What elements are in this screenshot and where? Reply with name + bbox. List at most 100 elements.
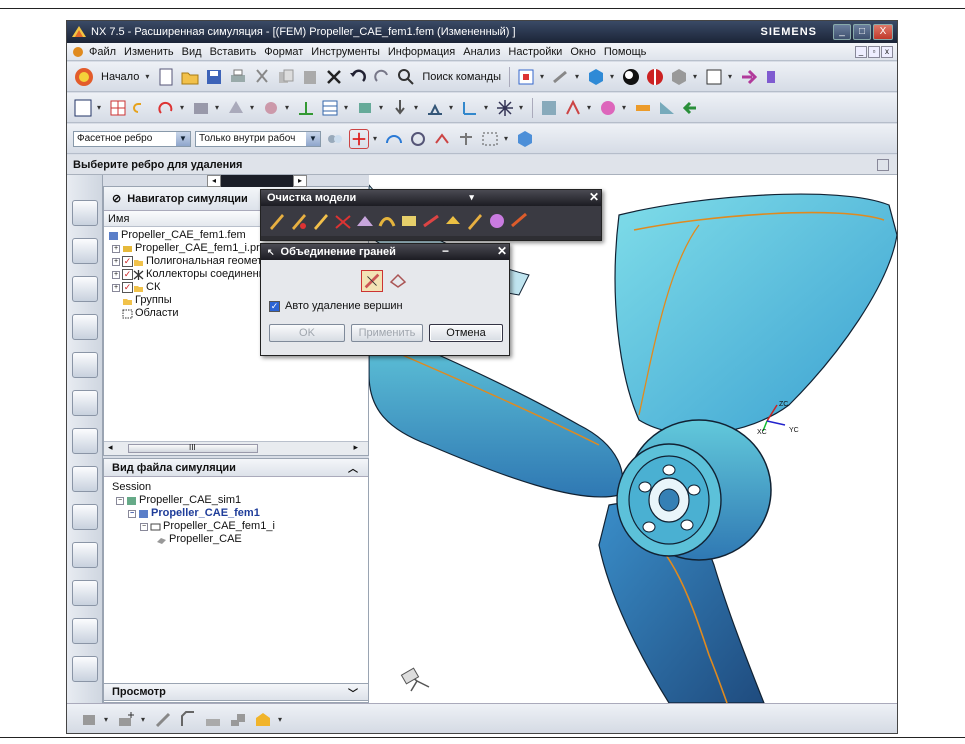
section-view-icon[interactable] <box>645 67 665 87</box>
solve-icon[interactable] <box>539 98 559 118</box>
mesh-icon[interactable] <box>191 98 211 118</box>
cue-options-icon[interactable] <box>877 158 889 171</box>
scroll-left-icon[interactable]: ◂ <box>108 442 113 453</box>
plus-feature-icon[interactable] <box>116 710 136 730</box>
star-dropdown-icon[interactable]: ▾ <box>519 98 526 118</box>
select-rect-icon[interactable] <box>73 98 93 118</box>
chamfer-icon[interactable] <box>178 710 198 730</box>
collapse-node-icon[interactable]: − <box>116 496 124 505</box>
menu-information[interactable]: Информация <box>384 46 459 58</box>
results-dropdown-icon[interactable]: ▾ <box>587 98 594 118</box>
cleanup-tool-5-icon[interactable] <box>355 210 375 232</box>
results-icon[interactable] <box>563 98 583 118</box>
resource-tab-info-icon[interactable] <box>72 428 98 454</box>
menu-preferences[interactable]: Настройки <box>504 46 566 58</box>
grey-cube-dropdown-icon[interactable]: ▾ <box>693 67 700 87</box>
resource-tab-roles-icon[interactable] <box>72 580 98 606</box>
dialog-reset-icon[interactable]: ↖ <box>267 247 275 258</box>
collapse-node-icon[interactable]: − <box>128 509 136 518</box>
plot-icon[interactable] <box>633 98 653 118</box>
expand-icon[interactable]: + <box>112 257 120 266</box>
select-dropdown-icon[interactable]: ▾ <box>97 98 104 118</box>
expand-icon[interactable]: + <box>112 283 120 292</box>
box-dropdown-icon[interactable]: ▾ <box>104 710 111 730</box>
close-icon[interactable]: ✕ <box>495 245 509 259</box>
grey-cube-icon[interactable] <box>669 67 689 87</box>
cleanup-tool-12-icon[interactable] <box>509 210 529 232</box>
scroll-right-icon[interactable]: ▸ <box>353 442 358 453</box>
snap-point-icon[interactable] <box>349 128 369 149</box>
cleanup-tool-1-icon[interactable] <box>267 210 287 232</box>
grid-icon[interactable] <box>108 98 128 118</box>
auto-remove-vertices-option[interactable]: ✓ Авто удаление вершин <box>269 300 509 312</box>
mid-point-icon[interactable] <box>432 129 452 149</box>
axis-icon[interactable] <box>460 98 480 118</box>
report-icon[interactable] <box>657 98 677 118</box>
face-color-dropdown-icon[interactable]: ▾ <box>278 710 285 730</box>
select-all-icon[interactable] <box>515 129 535 149</box>
zoom-dropdown-icon[interactable]: ▾ <box>575 67 582 87</box>
shaded-dropdown-icon[interactable]: ▾ <box>610 67 617 87</box>
link-icon[interactable] <box>132 98 152 118</box>
navigator-hscrollbar[interactable]: ◂ III ▸ <box>104 441 368 455</box>
resource-tab-reuse-icon[interactable] <box>72 314 98 340</box>
cleanup-tool-11-icon[interactable] <box>487 210 507 232</box>
menu-tools[interactable]: Инструменты <box>307 46 384 58</box>
minimize-button[interactable]: _ <box>833 24 851 40</box>
cleanup-tool-3-icon[interactable] <box>311 210 331 232</box>
print-icon[interactable] <box>228 67 248 87</box>
resource-tab-simulation-navigator-icon[interactable] <box>72 200 98 226</box>
chevron-down-icon[interactable]: ▼ <box>176 131 190 146</box>
animate-dropdown-icon[interactable]: ▾ <box>622 98 629 118</box>
material-dropdown-icon[interactable]: ▾ <box>285 98 292 118</box>
cleanup-tool-6-icon[interactable] <box>377 210 397 232</box>
undo-icon[interactable] <box>348 67 368 87</box>
element-icon[interactable] <box>226 98 246 118</box>
split-icon[interactable] <box>153 710 173 730</box>
fit-view-dropdown-icon[interactable]: ▾ <box>540 67 547 87</box>
cut-icon[interactable] <box>252 67 272 87</box>
menu-analysis[interactable]: Анализ <box>459 46 504 58</box>
menu-format[interactable]: Формат <box>260 46 307 58</box>
auto-remove-vertices-checkbox[interactable]: ✓ <box>269 300 280 312</box>
orient-icon[interactable] <box>739 67 759 87</box>
resource-tab-part-icon[interactable] <box>72 276 98 302</box>
render-style-icon[interactable] <box>621 67 641 87</box>
control-point-icon[interactable] <box>456 129 476 149</box>
resource-tab-library-icon[interactable] <box>72 390 98 416</box>
resource-tab-users-icon[interactable] <box>72 618 98 644</box>
open-folder-icon[interactable] <box>180 67 200 87</box>
chevron-down-icon[interactable]: ▼ <box>306 131 320 146</box>
star-icon[interactable] <box>495 98 515 118</box>
edge-filter-select[interactable]: Фасетное ребро ▼ <box>73 130 191 147</box>
delete-icon[interactable] <box>324 67 344 87</box>
cancel-button[interactable]: Отмена <box>429 324 503 342</box>
close-window-button[interactable]: X <box>873 24 893 40</box>
sim-file-view-header[interactable]: Вид файла симуляции ︿ <box>104 459 368 477</box>
material-icon[interactable] <box>261 98 281 118</box>
rotate-dropdown-icon[interactable]: ▾ <box>180 98 187 118</box>
collector-icon[interactable] <box>355 98 375 118</box>
mdi-restore-icon[interactable]: ▫ <box>868 45 880 58</box>
fit-view-icon[interactable] <box>516 67 536 87</box>
menu-window[interactable]: Окно <box>566 46 600 58</box>
selection-options-icon[interactable] <box>325 129 345 149</box>
apply-button[interactable]: Применить <box>351 324 423 342</box>
resource-tab-chart-icon[interactable] <box>72 352 98 378</box>
command-search-icon[interactable] <box>396 67 416 87</box>
end-point-icon[interactable] <box>408 129 428 149</box>
maximize-button[interactable]: □ <box>853 24 871 40</box>
collector-dropdown-icon[interactable]: ▾ <box>379 98 386 118</box>
cleanup-tool-7-icon[interactable] <box>399 210 419 232</box>
cleanup-tool-10-icon[interactable] <box>465 210 485 232</box>
visibility-checkbox[interactable]: ✓ <box>122 282 133 293</box>
cleanup-tool-8-icon[interactable] <box>421 210 441 232</box>
collapse-icon[interactable]: ︿ <box>348 460 358 475</box>
preview-header[interactable]: Просмотр ﹀ <box>103 683 369 701</box>
resource-tab-web-icon[interactable] <box>72 466 98 492</box>
slide-left-icon[interactable]: ◂ <box>207 175 221 187</box>
zoom-icon[interactable] <box>551 67 571 87</box>
sim-tree-fem1-i[interactable]: − Propeller_CAE_fem1_i <box>112 520 360 533</box>
pin-icon[interactable]: ⊘ <box>112 192 121 205</box>
merge-edge-mode-icon[interactable] <box>361 270 383 292</box>
